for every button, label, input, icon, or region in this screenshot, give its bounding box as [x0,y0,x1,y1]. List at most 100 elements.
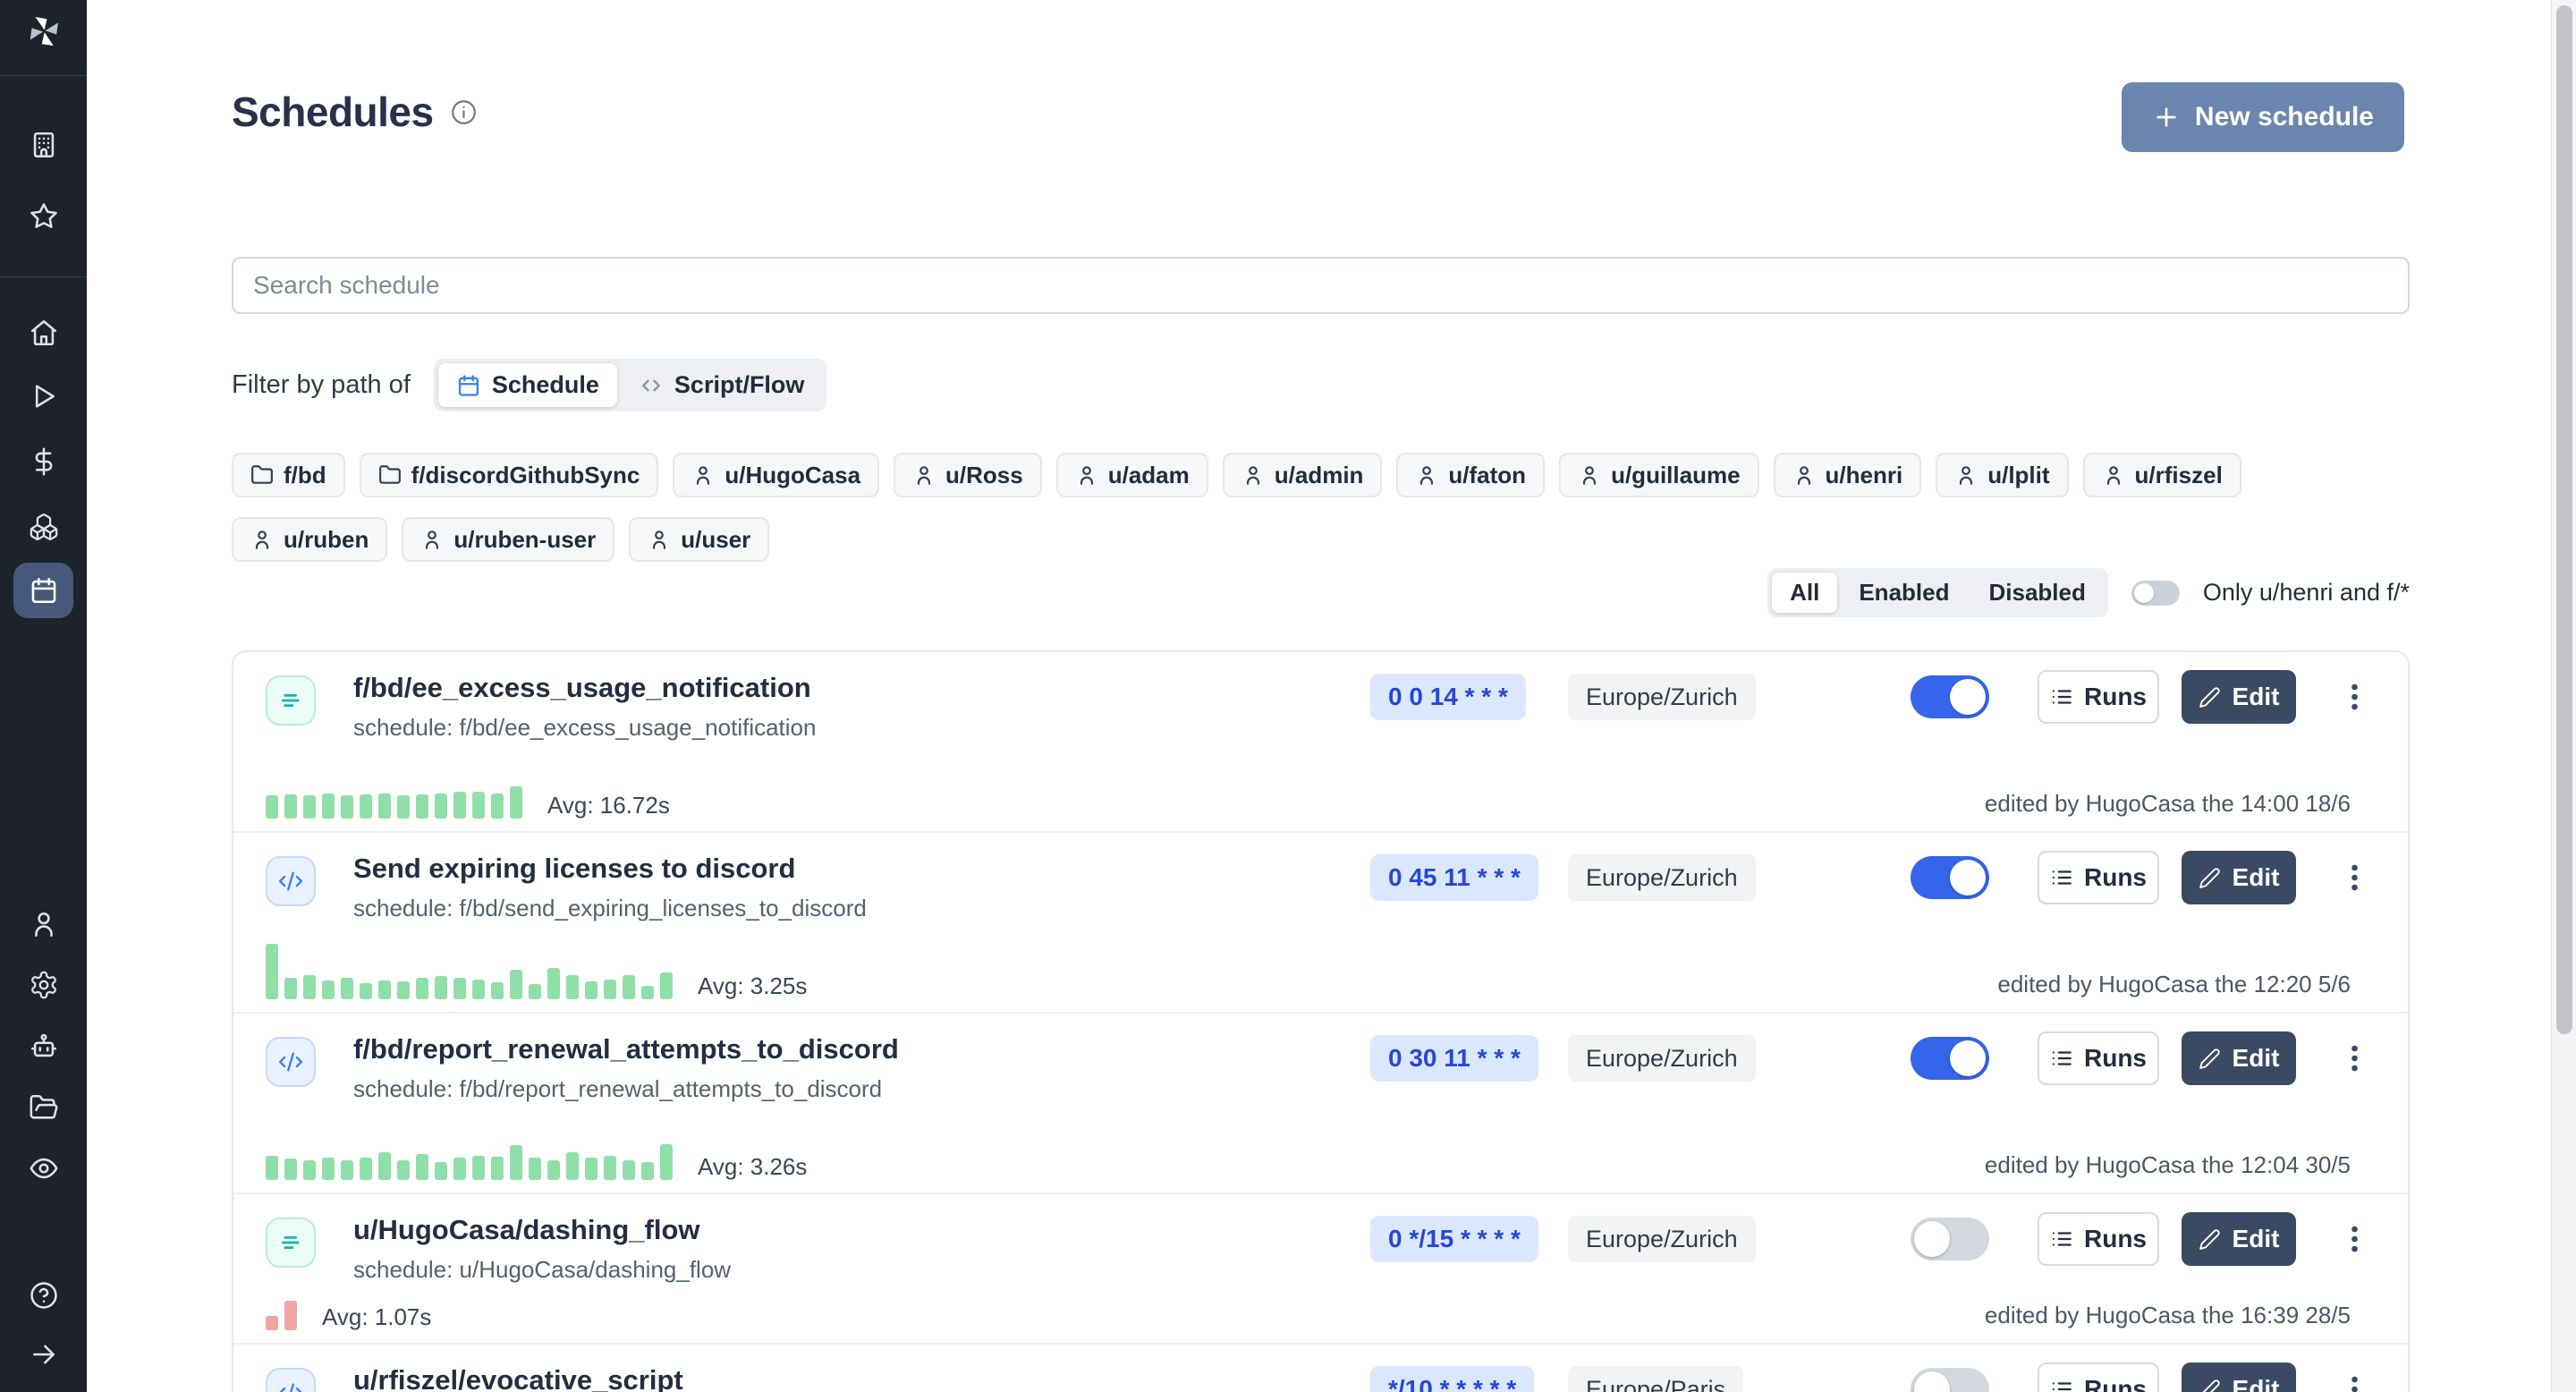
edit-button[interactable]: Edit [2182,851,2296,904]
list-icon [2050,1227,2073,1251]
tab-all[interactable]: All [1772,573,1837,613]
path-chip[interactable]: u/faton [1396,453,1545,497]
sidebar-item-workspace[interactable] [28,129,60,161]
runs-button[interactable]: Runs [2038,1212,2159,1266]
edited-by: edited by HugoCasa the 12:20 5/6 [1997,971,2351,997]
kebab-menu[interactable] [2339,851,2369,904]
user-icon [2102,463,2125,487]
path-chip[interactable]: u/adam [1056,453,1208,497]
sidebar-item-resources[interactable] [28,511,60,543]
sidebar-item-variables[interactable] [28,446,60,478]
kebab-menu[interactable] [2339,1031,2369,1085]
enabled-toggle[interactable] [1911,856,1989,899]
schedule-path: schedule: f/bd/report_renewal_attempts_t… [353,1075,899,1103]
edit-button[interactable]: Edit [2182,670,2296,724]
sidebar-item-schedules-active[interactable] [13,563,73,618]
sidebar [0,0,87,1392]
runs-button[interactable]: Runs [2038,851,2159,904]
edit-button[interactable]: Edit [2182,1362,2296,1392]
search-input[interactable] [232,257,2410,314]
timezone-badge: Europe/Zurich [1568,674,1756,720]
kind-schedule-tab[interactable]: Schedule [438,363,617,407]
pencil-icon [2199,686,2221,709]
sidebar-item-favorites[interactable] [28,200,60,233]
status-filter-tabs: All Enabled Disabled [1767,568,2108,617]
calendar-icon [29,575,59,606]
path-chip[interactable]: u/henri [1774,453,1922,497]
runs-button[interactable]: Runs [2038,670,2159,724]
code-icon [266,1037,316,1087]
scrollbar-thumb[interactable] [2556,5,2572,1034]
schedule-path: schedule: f/bd/ee_excess_usage_notificat… [353,714,816,742]
kebab-menu[interactable] [2339,670,2369,724]
path-chip[interactable]: u/rfiszel [2083,453,2241,497]
path-chip[interactable]: u/Ross [894,453,1042,497]
path-chip[interactable]: f/bd [232,453,345,497]
runs-button[interactable]: Runs [2038,1362,2159,1392]
schedule-path: schedule: f/bd/send_expiring_licenses_to… [353,895,867,922]
kebab-menu[interactable] [2339,1362,2369,1392]
tab-enabled[interactable]: Enabled [1841,573,1967,613]
only-filter-toggle[interactable] [2131,581,2180,606]
avg-duration: Avg: 3.26s [698,1153,807,1180]
sidebar-item-settings[interactable] [28,969,60,1001]
enabled-toggle[interactable] [1911,1037,1989,1080]
sidebar-item-folders[interactable] [28,1091,60,1124]
pencil-icon [2199,1048,2221,1070]
schedule-name: u/HugoCasa/dashing_flow [353,1212,731,1248]
sidebar-item-users[interactable] [28,908,60,940]
page-title: Schedules [232,88,434,136]
path-chip[interactable]: u/ruben-user [402,517,614,562]
edited-by: edited by HugoCasa the 16:39 28/5 [1985,1302,2351,1328]
path-chip[interactable]: f/discordGithubSync [360,453,659,497]
sidebar-item-help[interactable] [28,1279,60,1311]
kind-script-flow-tab[interactable]: Script/Flow [621,363,823,407]
info-icon[interactable] [450,98,478,126]
list-icon [2050,1047,2073,1070]
edit-button[interactable]: Edit [2182,1212,2296,1266]
enabled-toggle[interactable] [1911,1218,1989,1260]
enabled-toggle[interactable] [1911,1368,1989,1392]
path-chip-label: u/admin [1275,462,1364,489]
pencil-icon [2199,1228,2221,1251]
sidebar-item-workers[interactable] [28,1031,60,1063]
boxes-icon [29,512,59,542]
page-scrollbar [2551,0,2576,1392]
runs-sparkline [266,786,522,819]
path-chip[interactable]: u/lplit [1936,453,2068,497]
path-chip[interactable]: u/user [629,517,769,562]
list-icon [2050,866,2073,889]
play-icon [29,381,59,412]
enabled-toggle[interactable] [1911,675,1989,718]
calendar-icon [456,373,481,398]
new-schedule-button[interactable]: New schedule [2122,82,2404,152]
path-chip-label: u/faton [1448,462,1526,489]
avg-duration: Avg: 3.25s [698,972,807,999]
path-chip-label: u/user [681,526,750,554]
path-chip-label: u/adam [1108,462,1190,489]
timezone-badge: Europe/Zurich [1568,1035,1756,1082]
path-chip-label: f/discordGithubSync [411,462,640,489]
schedule-row: u/HugoCasa/dashing_flow schedule: u/Hugo… [233,1194,2408,1345]
edit-button[interactable]: Edit [2182,1031,2296,1085]
gear-icon [29,970,59,1000]
user-icon [648,528,671,551]
kebab-menu[interactable] [2339,1212,2369,1266]
path-chip[interactable]: u/admin [1223,453,1383,497]
windmill-logo-icon[interactable] [23,11,64,56]
schedules-list: f/bd/ee_excess_usage_notification schedu… [232,650,2410,1392]
schedule-name: Send expiring licenses to discord [353,851,867,887]
path-chip[interactable]: u/HugoCasa [673,453,879,497]
tab-disabled[interactable]: Disabled [1970,573,2103,613]
sidebar-item-runs[interactable] [28,380,60,412]
runs-button[interactable]: Runs [2038,1031,2159,1085]
path-chips: f/bd f/discordGithubSync u/HugoCasa u/Ro… [232,453,2410,562]
sidebar-expand-button[interactable] [28,1338,60,1371]
sidebar-item-home[interactable] [28,317,60,349]
path-chip-label: u/guillaume [1611,462,1740,489]
home-icon [29,318,59,348]
path-chip[interactable]: u/ruben [232,517,387,562]
path-chip[interactable]: u/guillaume [1559,453,1758,497]
only-filter-label: Only u/henri and f/* [2203,579,2410,607]
sidebar-item-audit[interactable] [28,1152,60,1184]
